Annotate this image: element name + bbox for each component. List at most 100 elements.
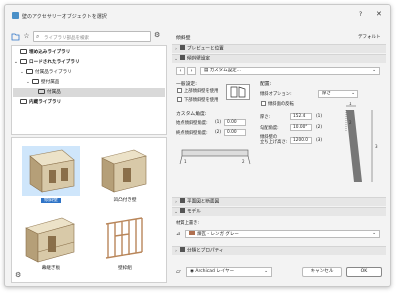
section-preview[interactable]: › プレビューと位置 [172, 44, 386, 53]
section-settings[interactable]: ⌄ 傾斜壁設定 [172, 54, 386, 63]
thumbnail-slanted-wall[interactable]: 傾斜壁 [18, 146, 84, 208]
star-icon[interactable]: ☆ [22, 32, 31, 41]
tree-item-builtin[interactable]: 内蔵ライブラリ [14, 98, 164, 107]
default-label: デフォルト [358, 35, 381, 40]
chevron-down-icon: ⌄ [264, 269, 268, 274]
tree-item-loaded[interactable]: ⌄ ロードされたライブラリ [14, 58, 164, 67]
end-angle-input[interactable]: 0.00 [224, 129, 246, 136]
start-angle-label: 始点傾斜壁角度: [176, 121, 208, 126]
slope-angle-label: 勾配角度: [260, 126, 279, 131]
bottom-slope-checkbox[interactable] [177, 97, 182, 102]
tree-item-wall-accessories[interactable]: ⌄ 壁付属品 [26, 78, 164, 87]
close-button[interactable]: ✕ [376, 10, 382, 18]
layer-select[interactable]: ◉ Archicad レイヤー ⌄ [186, 267, 272, 277]
thickness-input[interactable]: 152.4 [290, 113, 312, 120]
chevron-down-icon: ⌄ [174, 56, 178, 62]
floorplan-icon [180, 198, 185, 203]
title-bar: 壁のアクセサリーオブジェクトを選択 ? ✕ [5, 5, 390, 27]
slope-type-preview[interactable] [226, 84, 250, 100]
preview-icon [180, 45, 185, 50]
cancel-button[interactable]: キャンセル [302, 267, 342, 277]
folder-icon [20, 59, 27, 64]
settings-panel: ‹ › ▤ カスタム設定... ⌄ 一般設定: 上部傾斜壁を使用 下部傾斜壁を使… [172, 64, 386, 194]
object-name: 傾斜壁 [176, 36, 191, 41]
folder-icon[interactable] [11, 32, 20, 41]
inverse-slope-checkbox[interactable] [261, 101, 266, 106]
tree-item-accessories[interactable]: 付属品 [13, 88, 165, 97]
thumbnail-label: 幕継ぎ板 [41, 266, 61, 271]
general-header: 一般設定: [176, 82, 197, 87]
folder-icon [32, 79, 39, 84]
model-icon [180, 208, 185, 213]
next-page-button[interactable]: › [187, 67, 196, 75]
inverse-slope-label: 傾斜面の反転 [268, 102, 294, 107]
section-title: 平面図と断面図 [187, 199, 220, 205]
bottom-slope-label: 下部傾斜壁を使用 [184, 98, 219, 103]
library-pane: ☆ ⌕ ライブラリ部品を検索 ⚙ 埋め込みライブラリ ⌄ ロードされたライブラリ … [11, 31, 167, 283]
thumbnail-wainscot[interactable]: 幕継ぎ板 [18, 214, 84, 276]
search-icon: ⌕ [36, 33, 40, 40]
chevron-right-icon: › [175, 46, 177, 52]
tree-item-label: 付属品ライブラリ [35, 70, 72, 75]
height-input[interactable]: 1200.0 [290, 137, 312, 144]
thumbnail-stepped-wall[interactable]: 凹凸付き壁 [92, 146, 158, 208]
section-floorplan[interactable]: › 平面図と断面図 [172, 197, 386, 206]
gear-icon[interactable]: ⚙ [154, 31, 160, 39]
section-model[interactable]: ⌄ モデル [172, 207, 386, 216]
page-selector-value: カスタム設定... [209, 68, 241, 73]
folder-icon [38, 89, 45, 94]
chevron-down-icon: ⌄ [372, 231, 376, 236]
slope-option-select[interactable]: 厚さ ⌄ [318, 90, 358, 98]
layer-value: Archicad レイヤー [195, 269, 235, 274]
tree-item-label: 内蔵ライブラリ [29, 100, 62, 105]
search-input[interactable]: ⌕ ライブラリ部品を検索 [33, 31, 151, 42]
tree-item-embedded[interactable]: 埋め込みライブラリ [14, 48, 164, 57]
start-angle-input[interactable]: 0.00 [224, 119, 246, 126]
slanted-wall-preview [22, 146, 80, 196]
top-slope-checkbox[interactable] [177, 88, 182, 93]
material-value: 煉瓦 - レンガ グレー [197, 232, 239, 237]
tree-item-label: 壁付属品 [41, 80, 60, 85]
material-override-icon[interactable]: ⊿ [176, 231, 180, 237]
settings-pane: 傾斜壁 デフォルト › プレビューと位置 ⌄ 傾斜壁設定 ‹ › ▤ カスタム設定.… [172, 31, 386, 283]
thickness-index: (1) [316, 114, 323, 119]
tree-item-label: 埋め込みライブラリ [29, 50, 71, 55]
window-title: 壁のアクセサリーオブジェクトを選択 [22, 14, 107, 20]
ok-button[interactable]: OK [346, 267, 382, 277]
thumbnail-label: 壁枠組 [118, 266, 132, 271]
slope-option-value: 厚さ [322, 91, 331, 96]
page-selector[interactable]: ▤ カスタム設定... ⌄ [200, 67, 380, 75]
section-classification[interactable]: › 分類とプロパティ [172, 246, 386, 255]
search-placeholder: ライブラリ部品を検索 [44, 36, 89, 41]
section-title: 分類とプロパティ [187, 248, 224, 254]
settings-icon[interactable]: ⚙ [15, 271, 21, 279]
settings-icon [180, 55, 185, 60]
thumbnail-label: 凹凸付き壁 [113, 198, 137, 203]
material-select[interactable]: 煉瓦 - レンガ グレー ⌄ [185, 230, 380, 238]
folder-icon [26, 69, 33, 74]
layer-icon: ▱ [176, 268, 181, 275]
tree-item-accessory-library[interactable]: ⌄ 付属品ライブラリ [20, 68, 164, 77]
search-row: ☆ ⌕ ライブラリ部品を検索 ⚙ [11, 31, 167, 43]
start-angle-index: (1) [215, 120, 222, 125]
height-index: (3) [316, 138, 323, 143]
help-button[interactable]: ? [359, 11, 362, 18]
brick-swatch-icon [189, 231, 195, 235]
tree-item-label: ロードされたライブラリ [29, 60, 80, 65]
thumbnail-label: 傾斜壁 [18, 197, 84, 203]
object-header: 傾斜壁 デフォルト [172, 31, 386, 43]
svg-text:1: 1 [184, 159, 187, 164]
end-angle-label: 終点傾斜壁角度: [176, 131, 208, 136]
section-title: モデル [187, 209, 201, 215]
slope-angle-input[interactable]: 10.00° [290, 124, 312, 131]
wall-framing-preview [96, 214, 154, 264]
thumbnail-wall-framing[interactable]: 壁枠組 [92, 214, 158, 276]
classification-icon [180, 247, 185, 252]
thickness-label: 厚さ: [260, 115, 271, 120]
angle-diagram: 1 2 [178, 144, 252, 166]
prev-page-button[interactable]: ‹ [176, 67, 185, 75]
section-title: プレビューと位置 [187, 46, 224, 52]
stepped-wall-preview [96, 146, 154, 196]
dialog-window: 壁のアクセサリーオブジェクトを選択 ? ✕ ☆ ⌕ ライブラリ部品を検索 ⚙ 埋… [4, 4, 391, 287]
model-panel: 材質上書き: ⊿ 煉瓦 - レンガ グレー ⌄ [172, 217, 386, 245]
